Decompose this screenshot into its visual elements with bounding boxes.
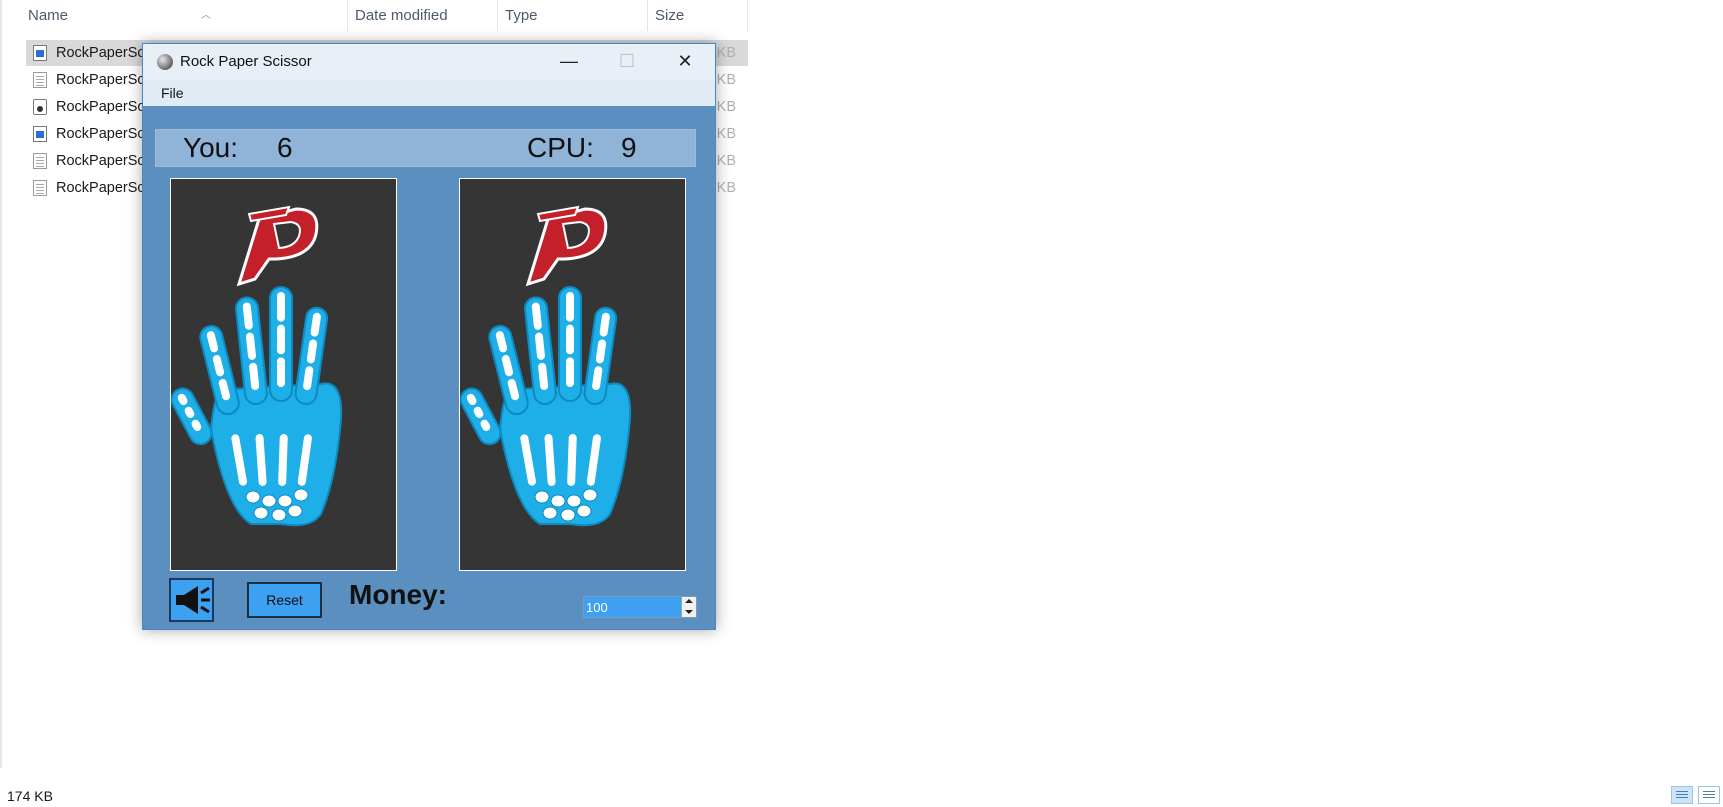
column-header-date-modified[interactable]: Date modified <box>348 0 498 31</box>
sound-toggle-button[interactable] <box>169 578 214 622</box>
status-bar-selection-size: 174 KB <box>7 788 53 804</box>
details-view-button[interactable] <box>1671 786 1693 804</box>
column-header-size[interactable]: Size <box>648 0 748 31</box>
menu-file[interactable]: File <box>159 80 186 106</box>
application-icon <box>33 126 47 142</box>
large-icons-view-icon <box>1703 791 1715 799</box>
game-area: You: 6 CPU: 9 Reset Money: <box>143 106 715 629</box>
player-hand-card[interactable] <box>170 178 397 571</box>
money-label: Money: <box>349 579 447 610</box>
app-icon <box>157 54 173 70</box>
column-header-type[interactable]: Type <box>498 0 648 31</box>
cpu-hand-card <box>459 178 686 571</box>
decrement-arrow-icon[interactable] <box>681 607 696 617</box>
close-button[interactable]: ✕ <box>656 44 714 80</box>
cpu-score-value: 9 <box>621 132 637 163</box>
rock-paper-scissor-window: Rock Paper Scissor — ☐ ✕ File You: 6 CPU… <box>142 43 716 630</box>
team-logo-icon <box>525 205 608 287</box>
player-score-label: You: <box>183 132 239 163</box>
maximize-button[interactable]: ☐ <box>598 44 656 80</box>
increment-arrow-icon[interactable] <box>681 597 696 607</box>
config-file-icon <box>33 153 47 169</box>
sort-ascending-icon: ︿ <box>201 10 211 21</box>
cpu-score-label: CPU: <box>527 132 594 163</box>
money-stepper[interactable] <box>583 596 697 618</box>
reset-button[interactable]: Reset <box>247 582 322 618</box>
xray-hand-icon <box>460 286 632 527</box>
team-logo-icon <box>236 205 319 287</box>
player-paper-hand-image <box>171 205 343 527</box>
config-file-icon <box>33 72 47 88</box>
minimize-button[interactable]: — <box>540 44 598 80</box>
xray-hand-icon <box>171 286 343 527</box>
title-bar[interactable]: Rock Paper Scissor — ☐ ✕ <box>143 44 715 80</box>
money-input[interactable] <box>584 597 680 617</box>
column-header-name[interactable]: Name ︿ <box>21 0 348 31</box>
manifest-file-icon <box>33 180 47 196</box>
debug-database-icon <box>33 99 47 115</box>
cpu-paper-hand-image <box>460 205 632 527</box>
window-title: Rock Paper Scissor <box>180 53 312 70</box>
application-icon <box>33 45 47 61</box>
menu-bar: File <box>143 80 715 106</box>
score-panel: You: 6 CPU: 9 <box>155 129 696 167</box>
large-icons-view-button[interactable] <box>1698 786 1720 804</box>
details-view-icon <box>1676 791 1688 799</box>
megaphone-icon <box>176 586 210 614</box>
navigation-pane-edge <box>0 0 2 768</box>
player-score-value: 6 <box>277 132 293 163</box>
